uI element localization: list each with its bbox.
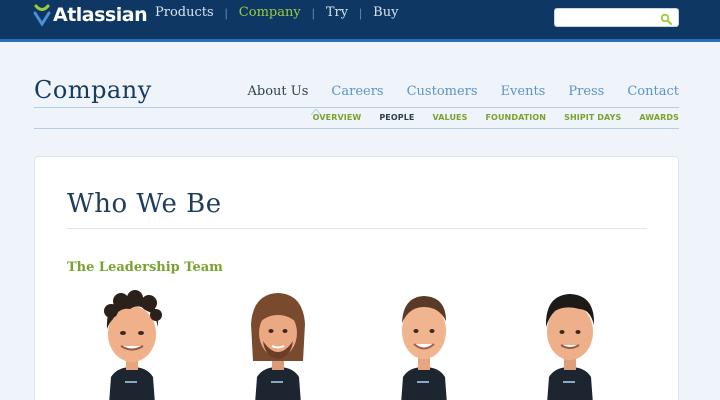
leader-photo[interactable] [243,289,313,400]
active-caret-icon [310,102,322,116]
nav-separator: | [359,5,363,20]
section-nav-contact[interactable]: Contact [627,84,679,99]
section-nav-careers[interactable]: Careers [331,84,383,99]
nav-separator: | [311,5,315,20]
top-nav-try[interactable]: Try [326,5,348,20]
section-nav: About Us Careers Customers Events Press … [225,84,679,99]
search-input[interactable] [560,10,660,28]
heading-divider [67,228,647,229]
top-nav: Products | Company | Try | Buy [155,5,398,20]
section-nav-events[interactable]: Events [501,84,546,99]
section-divider [34,107,679,108]
content-card: Who We Be The Leadership Team [34,156,679,400]
top-nav-products[interactable]: Products [155,5,214,20]
brand-name: Atlassian [53,4,148,26]
bobblehead-dark-hair-image [545,294,595,400]
sub-nav-people[interactable]: PEOPLE [379,113,414,122]
leader-photo[interactable] [97,289,167,400]
section-subheading: The Leadership Team [67,260,223,275]
search-box [554,8,679,28]
leader-photo[interactable] [535,289,605,400]
atlassian-logo-icon [33,4,51,27]
page-heading: Who We Be [67,189,222,219]
search-icon[interactable] [660,12,672,25]
leader-photo[interactable] [389,289,459,400]
sub-nav-foundation[interactable]: FOUNDATION [485,113,546,122]
section-nav-about-us[interactable]: About Us [248,84,309,99]
nav-separator: | [224,5,228,20]
sub-nav-shipit-days[interactable]: SHIPIT DAYS [564,113,621,122]
sub-nav-awards[interactable]: AWARDS [639,113,679,122]
top-bar: Atlassian Products | Company | Try | Buy [0,0,720,42]
section-nav-press[interactable]: Press [568,84,604,99]
bobblehead-long-hair-image [251,293,305,400]
sub-nav-overview[interactable]: OVERVIEW [313,113,362,122]
brand-logo[interactable]: Atlassian [33,0,148,30]
sub-nav-divider [34,128,679,129]
top-nav-buy[interactable]: Buy [373,5,398,20]
sub-nav: OVERVIEW PEOPLE VALUES FOUNDATION SHIPIT… [295,113,679,122]
sub-nav-values[interactable]: VALUES [433,113,468,122]
top-nav-company[interactable]: Company [239,5,301,20]
section-nav-customers[interactable]: Customers [407,84,478,99]
page-section-title: Company [34,76,152,104]
bobblehead-short-hair-image [401,296,447,400]
bobblehead-curly-hair-image [104,290,162,400]
